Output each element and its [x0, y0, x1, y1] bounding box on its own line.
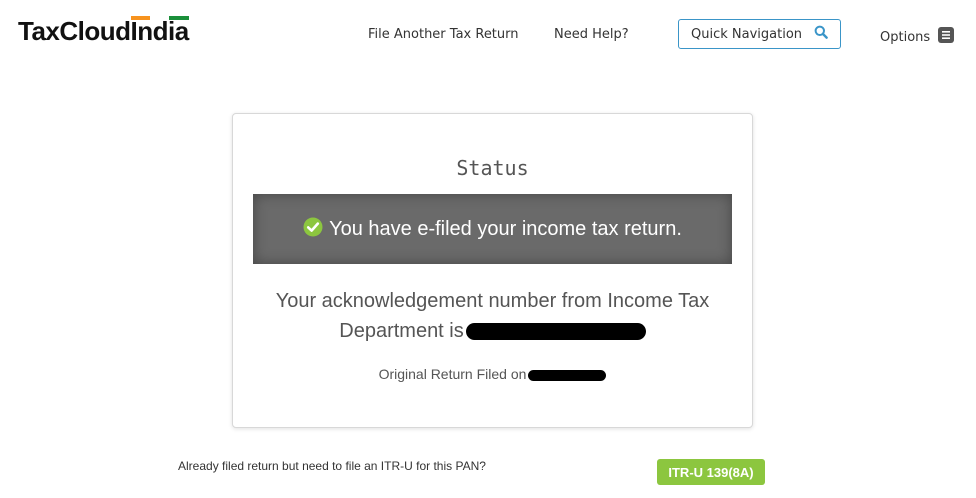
menu-icon	[938, 27, 955, 47]
logo-india: India	[130, 16, 190, 47]
logo-flag-bar	[130, 16, 189, 20]
file-another-return-link[interactable]: File Another Tax Return	[368, 27, 519, 42]
quick-navigation-button[interactable]: Quick Navigation	[678, 19, 841, 49]
logo-text-taxcloud: TaxCloud	[18, 16, 131, 46]
efiled-message: You have e-filed your income tax return.	[329, 217, 682, 240]
page: TaxCloud India File Another Tax Return Ne…	[0, 0, 976, 498]
status-title: Status	[456, 156, 529, 180]
need-help-link[interactable]: Need Help?	[554, 27, 629, 42]
original-filed-row: Original Return Filed on	[233, 366, 752, 382]
status-card: Status You have e-filed your income tax …	[232, 113, 753, 428]
redacted-filed-date	[528, 369, 607, 381]
logo-text-india: India	[130, 16, 190, 46]
itru-question: Already filed return but need to file an…	[178, 459, 486, 473]
search-icon	[814, 25, 828, 43]
options-label: Options	[880, 29, 931, 45]
acknowledgement-line-1: Your acknowledgement number from Income …	[275, 290, 710, 312]
efiled-banner: You have e-filed your income tax return.	[253, 194, 732, 264]
options-menu[interactable]: Options	[880, 27, 955, 47]
acknowledgement-line-2: Department is	[339, 320, 464, 342]
itru-button[interactable]: ITR-U 139(8A)	[657, 459, 765, 485]
redacted-acknowledgement-number	[465, 323, 646, 341]
acknowledgement-text: Your acknowledgement number from Income …	[263, 286, 722, 346]
quick-navigation-label: Quick Navigation	[691, 26, 803, 42]
check-circle-icon	[303, 217, 323, 241]
original-filed-label: Original Return Filed on	[378, 366, 527, 382]
logo[interactable]: TaxCloud India	[18, 16, 189, 47]
